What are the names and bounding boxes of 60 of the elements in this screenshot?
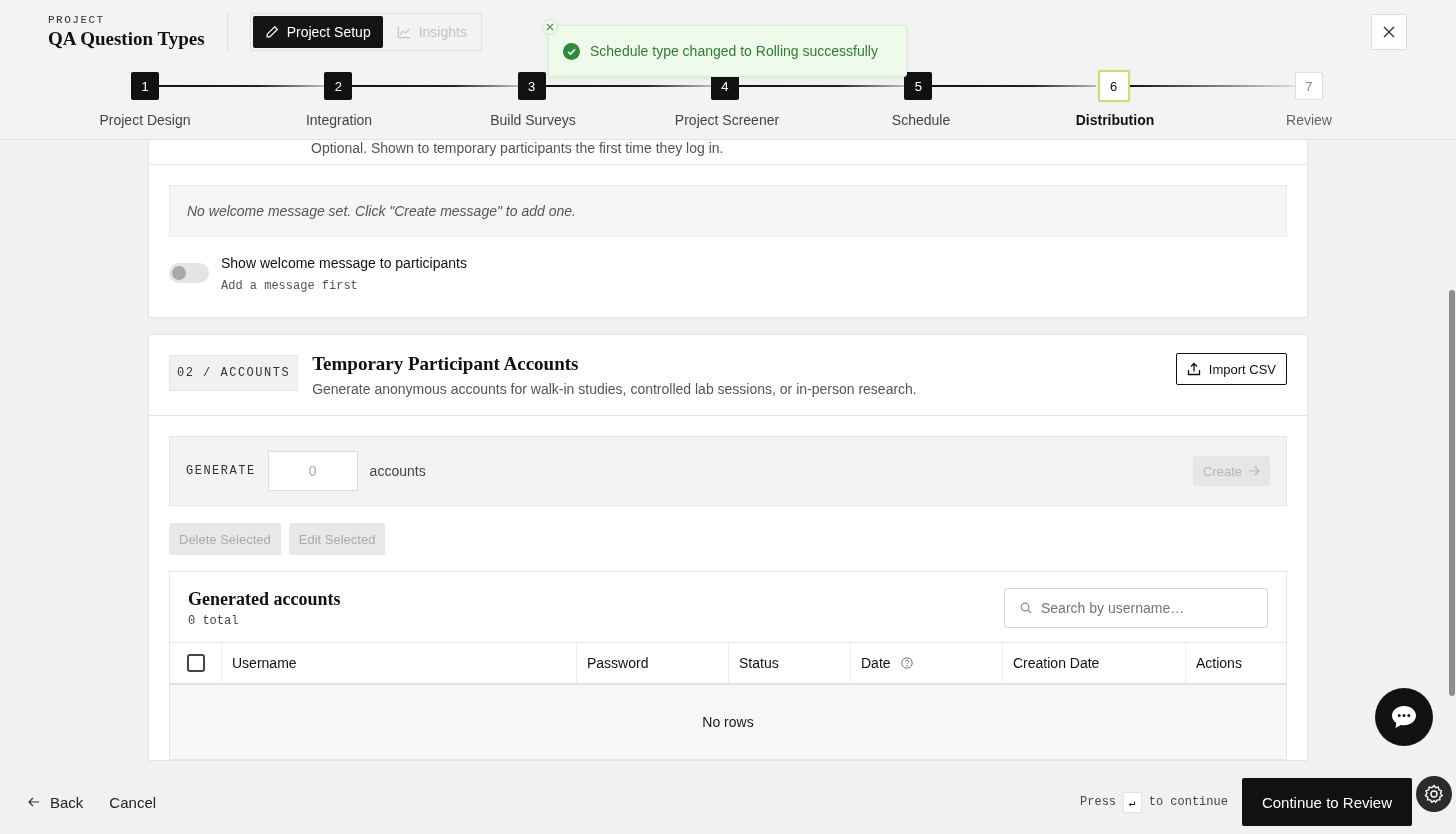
hint-text: Press (1080, 795, 1117, 809)
step-number[interactable]: 7 (1294, 72, 1323, 100)
chat-bubble-icon (1391, 705, 1417, 729)
select-all-checkbox[interactable] (186, 654, 205, 672)
search-field[interactable]: Search by username… (1004, 588, 1268, 628)
continue-button[interactable]: Continue to Review (1241, 778, 1412, 826)
close-button[interactable] (1371, 14, 1407, 50)
step-label[interactable]: Project Design (99, 112, 191, 128)
help-icon (900, 657, 913, 669)
count-input[interactable]: 0 (267, 451, 358, 491)
close-icon (1382, 25, 1396, 39)
enter-key: ↵ (1123, 791, 1142, 813)
back-button[interactable]: Back (28, 793, 84, 811)
step-number[interactable]: 5 (904, 72, 933, 100)
column-header[interactable]: Actions (1196, 655, 1242, 671)
chat-button[interactable] (1375, 688, 1433, 746)
section-title: Temporary Participant Accounts (312, 353, 580, 375)
settings-icon (1424, 784, 1444, 804)
unit-label: accounts (369, 463, 426, 479)
empty-state: No rows (702, 714, 754, 730)
section-description: Generate anonymous accounts for walk-in studies, controlled lab sessions, or in-person research. (312, 381, 917, 397)
step-label[interactable]: Integration (305, 112, 373, 128)
total-count: 0 total (188, 613, 240, 628)
settings-button[interactable] (1416, 776, 1452, 812)
step-label[interactable]: Review (1286, 112, 1332, 128)
project-title: QA Question Types (48, 28, 205, 50)
step-number[interactable]: 1 (131, 72, 159, 100)
step-label[interactable]: Build Surveys (490, 112, 576, 128)
upload-icon (1186, 362, 1201, 376)
column-header[interactable]: Status (739, 655, 779, 671)
column-header[interactable]: Password (587, 655, 649, 671)
import-button[interactable]: Import CSV (1175, 353, 1287, 385)
toast-message: Schedule type changed to Rolling successfully (590, 43, 878, 59)
step-number[interactable]: 2 (324, 72, 353, 100)
project-eyebrow: PROJECT (48, 14, 106, 26)
step-number[interactable]: 6 (1097, 70, 1130, 102)
arrow-left-icon (28, 797, 40, 807)
check-circle-icon (563, 42, 580, 60)
mode-tab[interactable]: Project Setup (252, 16, 383, 48)
toggle-switch[interactable] (169, 263, 209, 283)
toggle-label: Show welcome message to participants (221, 255, 467, 271)
step-label[interactable]: Project Screener (674, 112, 780, 128)
column-header[interactable]: Username (232, 655, 297, 671)
table-title: Generated accounts (188, 588, 341, 610)
section-description: Optional. Shown to temporary participants the first time they log in. (310, 140, 725, 158)
hint-text: to continue (1148, 795, 1228, 809)
empty-message: No welcome message set. Click "Create message" to add one. (169, 185, 1287, 237)
arrow-right-icon (1248, 466, 1260, 476)
section-badge: 02 / ACCOUNTS (169, 355, 299, 391)
scrollbar[interactable] (1449, 290, 1455, 696)
pencil-icon (264, 25, 279, 39)
step-label[interactable]: Distribution (1075, 112, 1155, 128)
generate-label: GENERATE (186, 464, 256, 478)
cancel-button[interactable]: Cancel (109, 793, 157, 811)
column-header[interactable]: Date (861, 655, 891, 671)
toggle-hint: Add a message first (221, 279, 359, 293)
step-label[interactable]: Schedule (891, 112, 951, 128)
line-chart-icon (396, 25, 411, 39)
step-number[interactable]: 3 (517, 72, 546, 100)
column-header[interactable]: Creation Date (1013, 655, 1100, 671)
